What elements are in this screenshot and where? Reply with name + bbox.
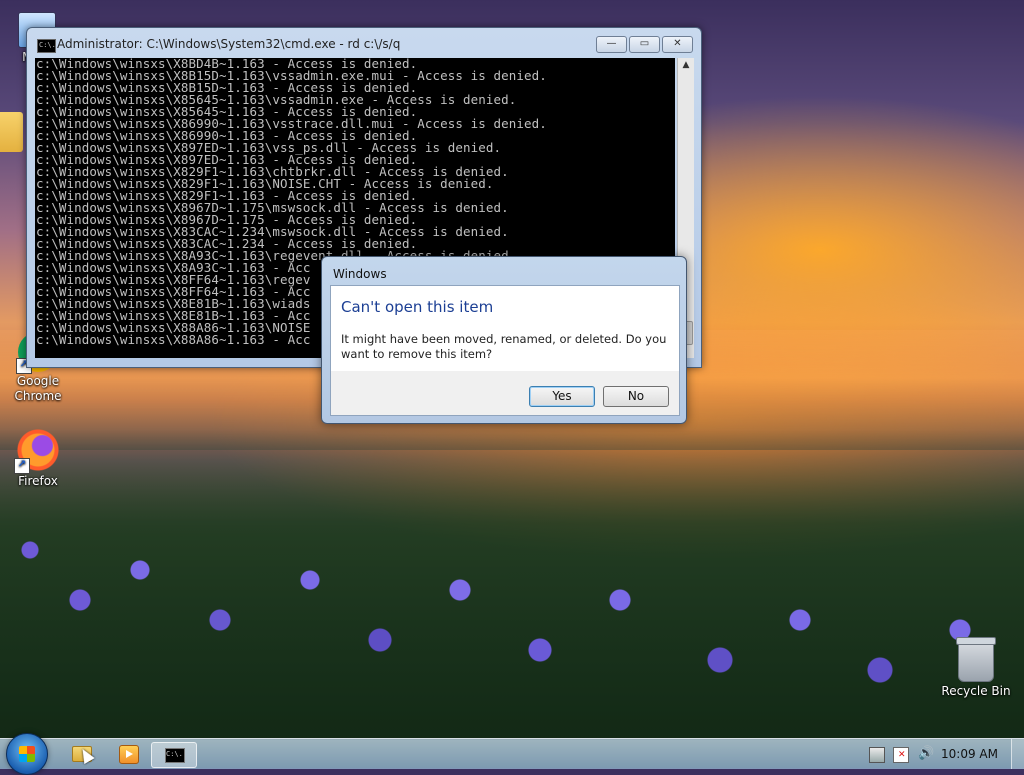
desktop-icon-label: Firefox: [18, 474, 58, 488]
taskbar: C:\. 🔊 10:09 AM: [0, 733, 1024, 775]
maximize-button[interactable]: ▭: [629, 36, 660, 53]
cmd-window-icon[interactable]: C:\.: [37, 39, 56, 53]
desktop-icon-firefox[interactable]: ↗ Firefox: [1, 428, 75, 489]
dialog-heading: Can't open this item: [341, 298, 494, 316]
cmd-window-title: Administrator: C:\Windows\System32\cmd.e…: [57, 37, 401, 51]
recycle-bin-icon: [956, 637, 996, 682]
wallpaper-flowers: [0, 430, 1024, 740]
action-center-flag-icon[interactable]: [893, 747, 909, 763]
cmd-title-bar[interactable]: C:\. Administrator: C:\Windows\System32\…: [27, 28, 701, 58]
dialog-button-bar: Yes No: [330, 371, 680, 416]
dialog-message: It might have been moved, renamed, or de…: [341, 332, 667, 361]
yes-button[interactable]: Yes: [529, 386, 595, 407]
folder-icon: [0, 112, 23, 152]
volume-icon[interactable]: 🔊: [918, 747, 934, 761]
network-icon[interactable]: [869, 747, 885, 763]
desktop-icon-label: Recycle Bin: [941, 684, 1011, 698]
media-player-icon: [119, 745, 139, 764]
close-button[interactable]: ✕: [662, 36, 693, 53]
dialog-content: Can't open this item It might have been …: [330, 285, 680, 373]
clock[interactable]: 10:09 AM: [941, 747, 998, 761]
taskbar-cmd-button[interactable]: C:\.: [151, 742, 197, 768]
desktop-icon-recycle-bin[interactable]: Recycle Bin: [938, 637, 1014, 699]
shortcut-arrow-icon: ↗: [14, 458, 30, 474]
desktop-icon-label: Google Chrome: [14, 374, 62, 403]
firefox-icon: ↗: [14, 428, 60, 474]
no-button[interactable]: No: [603, 386, 669, 407]
cmd-icon: C:\.: [165, 748, 185, 763]
minimize-button[interactable]: —: [596, 36, 627, 53]
start-button[interactable]: [6, 733, 48, 775]
dialog-title: Windows: [333, 267, 387, 281]
scroll-up-arrow-icon[interactable]: ▲: [678, 58, 694, 72]
taskbar-media-player-button[interactable]: [117, 742, 141, 766]
error-dialog[interactable]: Windows Can't open this item It might ha…: [321, 256, 687, 424]
show-desktop-button[interactable]: [1011, 739, 1024, 769]
